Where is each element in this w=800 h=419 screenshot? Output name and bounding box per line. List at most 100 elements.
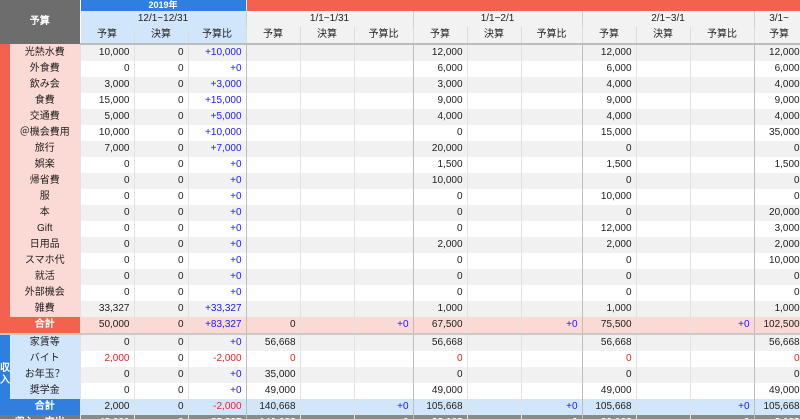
value-cell[interactable]: +0 — [188, 269, 247, 285]
value-cell[interactable] — [467, 125, 522, 141]
value-cell[interactable] — [636, 93, 691, 109]
value-cell[interactable] — [636, 221, 691, 237]
value-cell[interactable] — [521, 141, 583, 157]
value-cell[interactable]: 0 — [582, 205, 637, 221]
value-cell[interactable]: 0 — [413, 221, 468, 237]
value-cell[interactable]: +0 — [188, 205, 247, 221]
value-cell[interactable]: +0 — [188, 383, 247, 399]
value-cell[interactable] — [300, 141, 355, 157]
value-cell[interactable] — [246, 189, 301, 205]
value-cell[interactable]: 0 — [754, 141, 800, 157]
value-cell[interactable]: 0 — [134, 367, 189, 383]
value-cell[interactable] — [354, 93, 414, 109]
value-cell[interactable]: 0 — [134, 253, 189, 269]
value-cell[interactable] — [690, 44, 755, 61]
value-cell[interactable]: 0 — [80, 333, 135, 351]
value-cell[interactable] — [246, 173, 301, 189]
value-cell[interactable] — [300, 61, 355, 77]
value-cell[interactable] — [300, 157, 355, 173]
value-cell[interactable]: 0 — [413, 367, 468, 383]
value-cell[interactable]: 0 — [413, 285, 468, 301]
row-label[interactable]: Gift — [10, 221, 81, 237]
value-cell[interactable]: +3,000 — [188, 77, 247, 93]
value-cell[interactable] — [354, 367, 414, 383]
value-cell[interactable] — [521, 253, 583, 269]
value-cell[interactable] — [354, 44, 414, 61]
value-cell[interactable] — [636, 253, 691, 269]
value-cell[interactable] — [521, 157, 583, 173]
value-cell[interactable] — [467, 253, 522, 269]
value-cell[interactable]: +0 — [188, 221, 247, 237]
value-cell[interactable]: 0 — [582, 367, 637, 383]
value-cell[interactable]: +33,327 — [188, 301, 247, 317]
value-cell[interactable]: 2,000 — [582, 237, 637, 253]
value-cell[interactable] — [636, 333, 691, 351]
value-cell[interactable]: 0 — [134, 237, 189, 253]
value-cell[interactable] — [354, 333, 414, 351]
value-cell[interactable]: 4,000 — [413, 109, 468, 125]
value-cell[interactable]: 1,500 — [754, 157, 800, 173]
value-cell[interactable]: 1,500 — [582, 157, 637, 173]
value-cell[interactable] — [467, 351, 522, 367]
value-cell[interactable]: 0 — [754, 367, 800, 383]
value-cell[interactable] — [690, 125, 755, 141]
value-cell[interactable] — [354, 189, 414, 205]
value-cell[interactable]: 0 — [134, 351, 189, 367]
value-cell[interactable] — [354, 383, 414, 399]
value-cell[interactable] — [467, 237, 522, 253]
value-cell[interactable]: 7,000 — [80, 141, 135, 157]
value-cell[interactable] — [636, 367, 691, 383]
value-cell[interactable] — [636, 173, 691, 189]
value-cell[interactable] — [300, 351, 355, 367]
value-cell[interactable]: 1,000 — [413, 301, 468, 317]
value-cell[interactable]: 0 — [754, 269, 800, 285]
value-cell[interactable]: 0 — [80, 383, 135, 399]
value-cell[interactable]: +7,000 — [188, 141, 247, 157]
value-cell[interactable]: 0 — [134, 93, 189, 109]
value-cell[interactable] — [467, 221, 522, 237]
value-cell[interactable]: 0 — [582, 285, 637, 301]
value-cell[interactable]: 9,000 — [582, 93, 637, 109]
value-cell[interactable]: 0 — [80, 221, 135, 237]
value-cell[interactable]: 0 — [413, 125, 468, 141]
value-cell[interactable] — [521, 77, 583, 93]
value-cell[interactable]: 10,000 — [754, 253, 800, 269]
value-cell[interactable] — [690, 77, 755, 93]
value-cell[interactable] — [467, 269, 522, 285]
value-cell[interactable]: 0 — [80, 285, 135, 301]
value-cell[interactable] — [467, 44, 522, 61]
value-cell[interactable]: 3,000 — [80, 77, 135, 93]
value-cell[interactable]: 15,000 — [80, 93, 135, 109]
value-cell[interactable] — [636, 61, 691, 77]
value-cell[interactable] — [521, 221, 583, 237]
value-cell[interactable]: 0 — [80, 205, 135, 221]
value-cell[interactable]: 6,000 — [413, 61, 468, 77]
value-cell[interactable] — [300, 237, 355, 253]
value-cell[interactable] — [636, 237, 691, 253]
value-cell[interactable] — [354, 205, 414, 221]
row-label[interactable]: お年玉？ — [10, 367, 81, 383]
value-cell[interactable]: 4,000 — [754, 109, 800, 125]
value-cell[interactable]: 0 — [134, 221, 189, 237]
value-cell[interactable]: 0 — [413, 205, 468, 221]
value-cell[interactable]: 35,000 — [754, 125, 800, 141]
value-cell[interactable]: 0 — [134, 269, 189, 285]
value-cell[interactable]: 49,000 — [754, 383, 800, 399]
value-cell[interactable] — [521, 173, 583, 189]
row-label[interactable]: 本 — [10, 205, 81, 221]
value-cell[interactable] — [246, 253, 301, 269]
value-cell[interactable]: 0 — [134, 157, 189, 173]
value-cell[interactable] — [690, 333, 755, 351]
value-cell[interactable]: 56,668 — [582, 333, 637, 351]
value-cell[interactable]: 20,000 — [413, 141, 468, 157]
value-cell[interactable] — [690, 61, 755, 77]
value-cell[interactable]: 0 — [413, 253, 468, 269]
value-cell[interactable] — [246, 269, 301, 285]
value-cell[interactable]: +0 — [188, 189, 247, 205]
value-cell[interactable] — [300, 253, 355, 269]
value-cell[interactable] — [521, 367, 583, 383]
value-cell[interactable] — [690, 367, 755, 383]
value-cell[interactable] — [636, 285, 691, 301]
value-cell[interactable] — [354, 61, 414, 77]
value-cell[interactable]: 0 — [754, 173, 800, 189]
